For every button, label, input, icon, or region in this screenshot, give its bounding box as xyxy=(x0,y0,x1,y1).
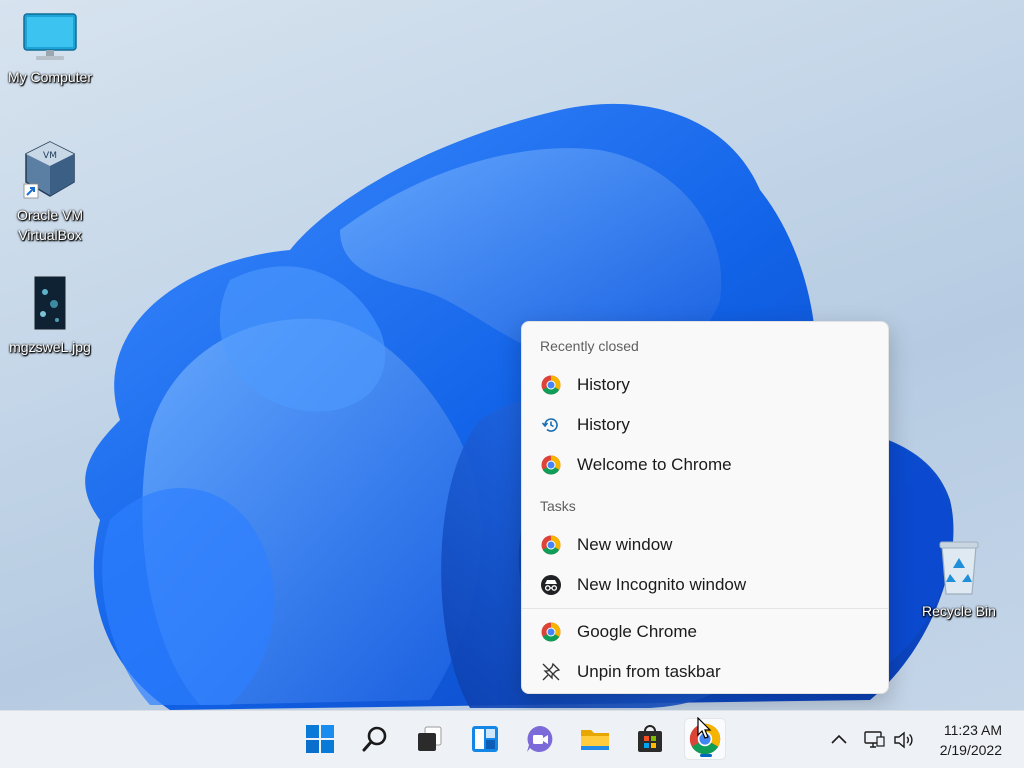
desktop-icon-label: My Computer xyxy=(7,69,93,85)
chevron-up-icon[interactable] xyxy=(827,728,851,752)
chrome-icon xyxy=(541,375,561,395)
recent-item-label: History xyxy=(577,415,630,434)
recycle-bin-icon xyxy=(939,541,979,595)
desktop-icon-virtualbox[interactable]: VM Oracle VM VirtualBox xyxy=(0,140,100,245)
task-view-button[interactable] xyxy=(409,718,451,760)
incognito-icon xyxy=(541,575,561,595)
image-file-icon xyxy=(33,275,67,331)
search-button[interactable] xyxy=(354,718,396,760)
label-line-2: VirtualBox xyxy=(18,227,82,243)
widgets-button[interactable] xyxy=(464,718,506,760)
clock-time: 11:23 AM xyxy=(943,722,1002,738)
start-button[interactable] xyxy=(299,718,341,760)
desktop-icon-my-computer[interactable]: My Computer xyxy=(0,12,100,87)
recent-item-history[interactable]: History xyxy=(526,407,884,443)
chrome-jump-list: Recently closed History History Welcome … xyxy=(521,321,889,694)
desktop-icon-image-file[interactable]: mgzsweL.jpg xyxy=(0,274,100,357)
file-explorer-icon xyxy=(581,730,609,750)
jump-list-divider xyxy=(522,608,888,609)
desktop-icon-label: mgzsweL.jpg xyxy=(9,339,91,355)
recent-item-welcome[interactable]: Welcome to Chrome xyxy=(526,447,884,483)
task-new-window[interactable]: New window xyxy=(526,527,884,563)
recent-item-label: History xyxy=(577,375,630,394)
clock[interactable]: 11:23 AM 2/19/2022 xyxy=(940,720,1002,760)
desktop-icon-label: Oracle VM VirtualBox xyxy=(0,205,100,245)
clock-date: 2/19/2022 xyxy=(939,742,1002,758)
mouse-cursor-icon xyxy=(697,717,712,739)
file-explorer-button[interactable] xyxy=(574,718,616,760)
app-item-google-chrome[interactable]: Google Chrome xyxy=(526,614,884,650)
unpin-icon xyxy=(542,662,561,681)
desktop-icon-label: Recycle Bin xyxy=(922,603,996,619)
task-new-incognito-window[interactable]: New Incognito window xyxy=(526,567,884,603)
svg-text:VM: VM xyxy=(43,151,57,161)
app-item-label: Unpin from taskbar xyxy=(577,662,721,681)
desktop-icon-recycle-bin[interactable]: Recycle Bin xyxy=(909,540,1009,621)
app-item-unpin[interactable]: Unpin from taskbar xyxy=(526,654,884,690)
task-label: New window xyxy=(577,535,673,554)
virtualbox-icon: VM xyxy=(23,141,75,199)
chrome-icon xyxy=(541,535,561,555)
task-view-icon xyxy=(418,726,442,751)
recent-item-history-chrome[interactable]: History xyxy=(526,367,884,403)
tasks-header: Tasks xyxy=(540,498,576,514)
chrome-icon xyxy=(541,455,561,475)
network-icon[interactable] xyxy=(862,728,886,752)
search-icon xyxy=(362,726,387,752)
recently-closed-header: Recently closed xyxy=(540,338,639,354)
chat-button[interactable] xyxy=(519,718,561,760)
start-icon xyxy=(306,725,334,753)
store-button[interactable] xyxy=(629,718,671,760)
task-label: New Incognito window xyxy=(577,575,747,594)
widgets-icon xyxy=(472,726,498,752)
chrome-icon xyxy=(541,622,561,642)
chat-icon xyxy=(527,726,553,752)
taskbar: 11:23 AM 2/19/2022 xyxy=(0,710,1024,768)
history-icon xyxy=(541,418,558,432)
volume-icon[interactable] xyxy=(892,728,916,752)
app-item-label: Google Chrome xyxy=(577,622,698,641)
store-icon xyxy=(638,725,662,752)
label-line-1: Oracle VM xyxy=(16,207,84,223)
monitor-icon xyxy=(23,13,77,60)
recent-item-label: Welcome to Chrome xyxy=(577,455,732,474)
